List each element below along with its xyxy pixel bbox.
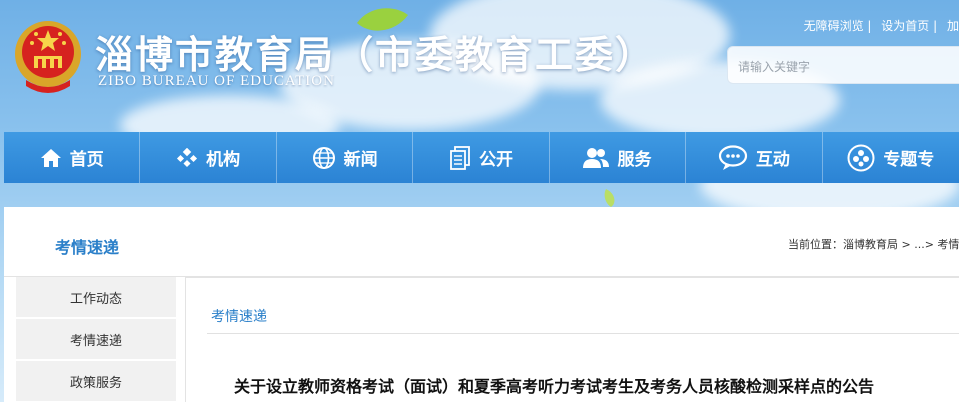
site-subtitle: ZIBO BUREAU OF EDUCATION bbox=[98, 73, 335, 89]
set-homepage-link[interactable]: 设为首页 | bbox=[881, 19, 937, 33]
article-title: 关于设立教师资格考试（面试）和夏季高考听力考试考生及考务人员核酸检测采样点的公告 bbox=[234, 377, 875, 396]
section-title: 考情速递 bbox=[55, 238, 120, 257]
home-icon bbox=[40, 148, 61, 167]
national-emblem-icon bbox=[15, 21, 81, 93]
category-link[interactable]: 考情速递 bbox=[211, 306, 267, 326]
top-links: 无障碍浏览 | 设为首页 | 加 bbox=[798, 17, 959, 34]
special-icon bbox=[847, 144, 875, 171]
nav-label: 首页 bbox=[69, 150, 104, 170]
document-icon bbox=[450, 145, 470, 170]
site-title: 淄博市教育局（市委教育工委） bbox=[95, 32, 656, 77]
more-link[interactable]: 加 bbox=[947, 19, 959, 33]
content-panel: 考情速递 当前位置：淄博教育局 > ...> 考情 工作动态 考情速递 政策服务… bbox=[4, 207, 959, 402]
chat-icon bbox=[718, 144, 748, 170]
main-content: 考情速递 关于设立教师资格考试（面试）和夏季高考听力考试考生及考务人员核酸检测采… bbox=[185, 277, 959, 402]
nav-label: 服务 bbox=[617, 150, 652, 170]
search-input[interactable]: 请输入关键字 bbox=[727, 46, 959, 84]
main-nav: 首页 机构 新闻 公开 服务 互动 专题专 bbox=[4, 132, 959, 183]
users-icon bbox=[583, 147, 610, 168]
sidebar: 工作动态 考情速递 政策服务 bbox=[16, 277, 176, 402]
globe-icon bbox=[312, 146, 335, 169]
sidebar-item-exam-news[interactable]: 考情速递 bbox=[16, 319, 176, 361]
sidebar-item-policy-service[interactable]: 政策服务 bbox=[16, 361, 176, 402]
divider bbox=[207, 333, 959, 334]
site-header: 淄博市教育局（市委教育工委） ZIBO BUREAU OF EDUCATION … bbox=[0, 0, 959, 132]
leaf-icon bbox=[604, 189, 615, 207]
nav-item-home[interactable]: 首页 bbox=[4, 132, 141, 183]
nav-item-interact[interactable]: 互动 bbox=[686, 132, 823, 183]
org-icon bbox=[177, 147, 198, 167]
nav-label: 互动 bbox=[755, 150, 790, 170]
nav-label: 新闻 bbox=[343, 150, 378, 170]
nav-item-public[interactable]: 公开 bbox=[413, 132, 550, 183]
breadcrumb: 当前位置：淄博教育局 > ...> 考情 bbox=[788, 238, 959, 251]
nav-label: 公开 bbox=[479, 150, 514, 170]
panel-header: 考情速递 当前位置：淄博教育局 > ...> 考情 bbox=[4, 207, 959, 277]
nav-item-service[interactable]: 服务 bbox=[550, 132, 687, 183]
sidebar-item-work-news[interactable]: 工作动态 bbox=[16, 277, 176, 319]
nav-item-special[interactable]: 专题专 bbox=[823, 132, 959, 183]
nav-label: 机构 bbox=[206, 150, 241, 170]
accessibility-link[interactable]: 无障碍浏览 | bbox=[804, 19, 872, 33]
nav-label: 专题专 bbox=[883, 150, 935, 170]
nav-item-org[interactable]: 机构 bbox=[140, 132, 277, 183]
nav-item-news[interactable]: 新闻 bbox=[277, 132, 414, 183]
